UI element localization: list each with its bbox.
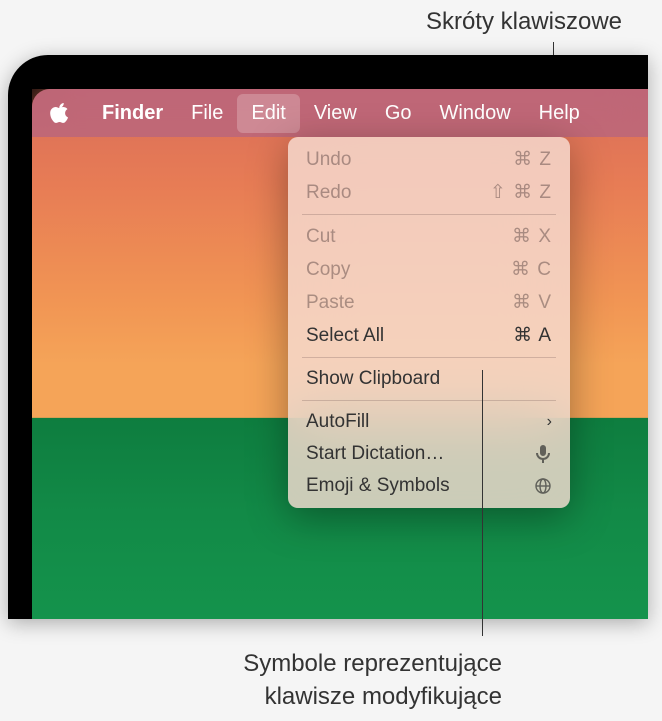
menu-label: Undo bbox=[306, 149, 351, 171]
menu-label: Paste bbox=[306, 292, 355, 314]
callout-line-bottom bbox=[482, 370, 483, 636]
menu-undo[interactable]: Undo ⌘ Z bbox=[294, 143, 564, 176]
menu-separator bbox=[302, 214, 556, 215]
chevron-right-icon: › bbox=[547, 413, 552, 431]
menu-paste[interactable]: Paste ⌘ V bbox=[294, 286, 564, 319]
menu-start-dictation[interactable]: Start Dictation… bbox=[294, 438, 564, 470]
menubar-app-name[interactable]: Finder bbox=[88, 94, 177, 133]
menu-separator bbox=[302, 400, 556, 401]
menu-label: Show Clipboard bbox=[306, 368, 440, 390]
shortcut: ⌘ X bbox=[512, 225, 552, 248]
shortcut: ⌘ Z bbox=[513, 148, 552, 171]
menu-label: Select All bbox=[306, 325, 384, 347]
screen: Finder File Edit View Go Window Help Und… bbox=[32, 89, 648, 619]
menubar-go[interactable]: Go bbox=[371, 94, 426, 133]
menu-label: Start Dictation… bbox=[306, 443, 444, 465]
menubar-edit[interactable]: Edit bbox=[237, 94, 299, 133]
menu-label: AutoFill bbox=[306, 411, 369, 433]
menu-autofill[interactable]: AutoFill › bbox=[294, 406, 564, 438]
menubar-view[interactable]: View bbox=[300, 94, 371, 133]
menu-show-clipboard[interactable]: Show Clipboard bbox=[294, 363, 564, 395]
callout-top: Skróty klawiszowe bbox=[426, 8, 622, 36]
menu-select-all[interactable]: Select All ⌘ A bbox=[294, 319, 564, 352]
callout-bottom-line2: klawisze modyfikujące bbox=[243, 681, 502, 713]
menubar-window[interactable]: Window bbox=[426, 94, 525, 133]
callout-bottom-line1: Symbole reprezentujące bbox=[243, 648, 502, 680]
apple-logo-icon[interactable] bbox=[50, 101, 70, 125]
menubar: Finder File Edit View Go Window Help bbox=[32, 89, 648, 137]
menu-cut[interactable]: Cut ⌘ X bbox=[294, 220, 564, 253]
menu-redo[interactable]: Redo ⇧ ⌘ Z bbox=[294, 176, 564, 209]
menu-label: Cut bbox=[306, 226, 336, 248]
menu-separator bbox=[302, 357, 556, 358]
globe-icon bbox=[534, 477, 552, 495]
menu-label: Copy bbox=[306, 259, 350, 281]
menubar-file[interactable]: File bbox=[177, 94, 237, 133]
menubar-help[interactable]: Help bbox=[525, 94, 594, 133]
menu-label: Redo bbox=[306, 182, 351, 204]
edit-menu-dropdown: Undo ⌘ Z Redo ⇧ ⌘ Z Cut ⌘ X Copy ⌘ C Pas… bbox=[288, 137, 570, 508]
menu-emoji-symbols[interactable]: Emoji & Symbols bbox=[294, 470, 564, 502]
shortcut: ⌘ A bbox=[513, 324, 552, 347]
microphone-icon bbox=[534, 445, 552, 463]
callout-bottom: Symbole reprezentujące klawisze modyfiku… bbox=[243, 648, 502, 713]
menu-label: Emoji & Symbols bbox=[306, 475, 450, 497]
shortcut: ⇧ ⌘ Z bbox=[490, 181, 552, 204]
device-frame: Finder File Edit View Go Window Help Und… bbox=[8, 55, 648, 619]
shortcut: ⌘ V bbox=[512, 291, 552, 314]
shortcut: ⌘ C bbox=[511, 258, 552, 281]
menu-copy[interactable]: Copy ⌘ C bbox=[294, 253, 564, 286]
